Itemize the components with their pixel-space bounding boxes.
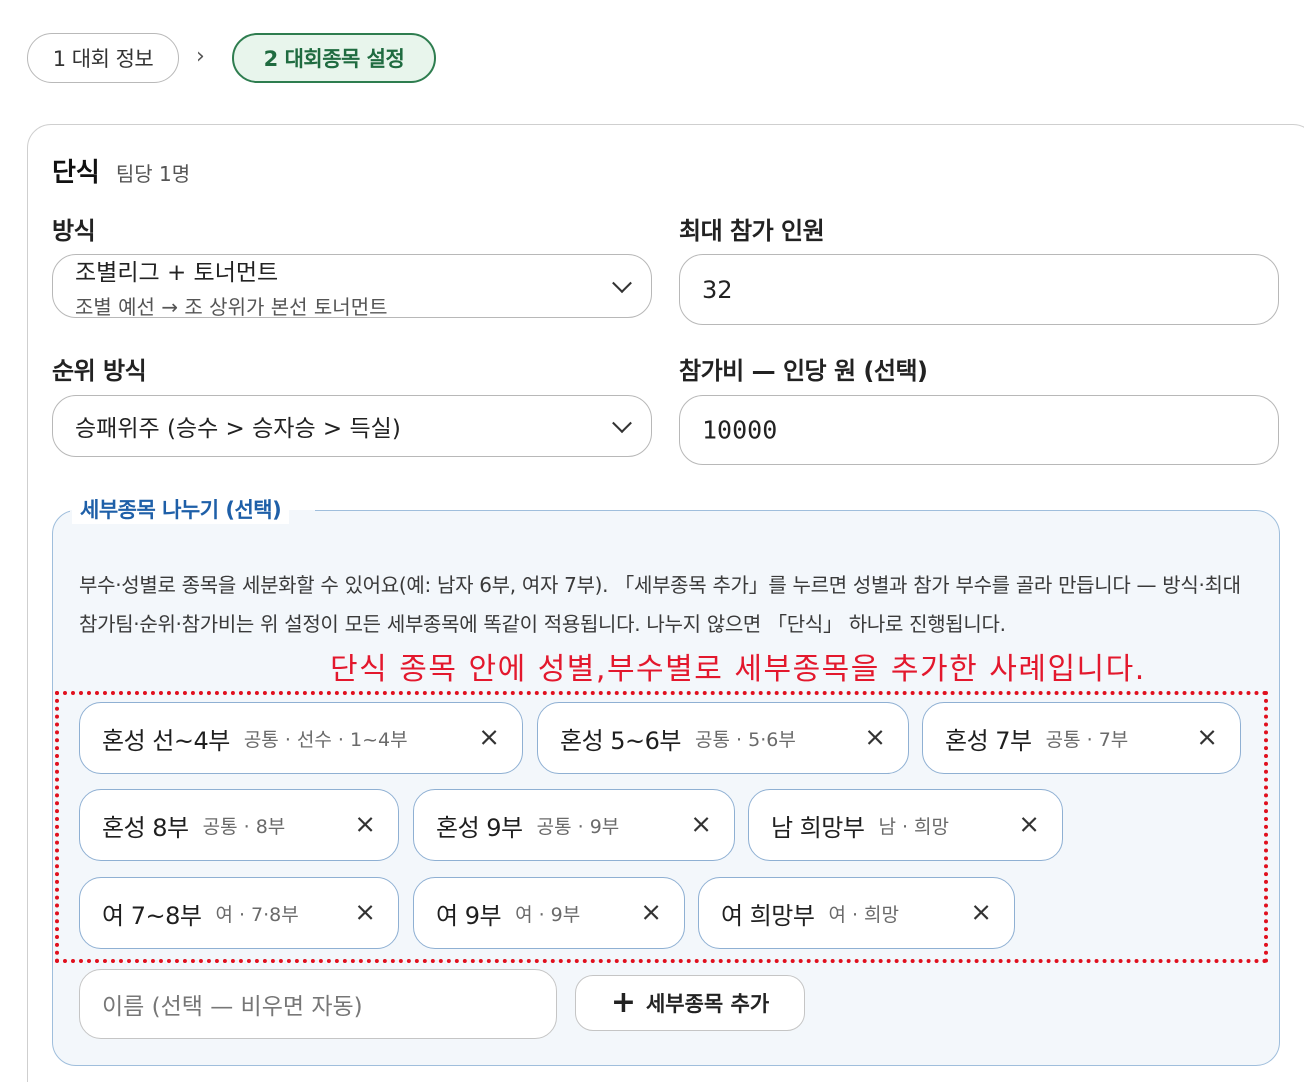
chip-name: 여 7~8부 bbox=[102, 901, 202, 930]
format-label: 방식 bbox=[52, 217, 96, 245]
step-label: 2 대회종목 설정 bbox=[263, 47, 405, 71]
chip-meta: 여 · 희망 bbox=[828, 903, 900, 926]
close-icon[interactable]: × bbox=[1196, 722, 1218, 752]
chip-name: 혼성 선~4부 bbox=[102, 726, 230, 755]
step-tournament-info[interactable]: 1 대회 정보 bbox=[27, 33, 179, 83]
step-label: 1 대회 정보 bbox=[52, 47, 154, 71]
close-icon[interactable]: × bbox=[354, 897, 376, 927]
close-icon[interactable]: × bbox=[690, 809, 712, 839]
chevron-down-icon bbox=[612, 413, 632, 434]
add-subdivision-label: 세부종목 추가 bbox=[645, 992, 770, 1016]
chip-name: 혼성 7부 bbox=[945, 726, 1032, 755]
chip-name: 혼성 8부 bbox=[102, 813, 189, 842]
rank-method-label: 순위 방식 bbox=[52, 357, 147, 385]
format-select[interactable]: 조별리그 + 토너먼트 조별 예선 → 조 상위가 본선 토너먼트 bbox=[52, 254, 652, 319]
subdivision-chip: 여 9부 여 · 9부 × bbox=[413, 877, 685, 949]
close-icon[interactable]: × bbox=[354, 809, 376, 839]
chip-name: 여 희망부 bbox=[721, 901, 815, 930]
chip-meta: 남 · 희망 bbox=[878, 815, 950, 838]
subdivision-chip: 혼성 8부 공통 · 8부 × bbox=[79, 789, 399, 861]
subdivision-chip: 여 희망부 여 · 희망 × bbox=[698, 877, 1015, 949]
chip-meta: 공통 · 5·6부 bbox=[695, 728, 796, 751]
close-icon[interactable]: × bbox=[640, 897, 662, 927]
chip-meta: 여 · 9부 bbox=[515, 903, 581, 926]
subdivision-chip: 혼성 5~6부 공통 · 5·6부 × bbox=[537, 702, 909, 774]
event-title: 단식 bbox=[52, 158, 100, 188]
max-participants-label: 최대 참가 인원 bbox=[679, 217, 825, 245]
subdivision-chip: 혼성 선~4부 공통 · 선수 · 1~4부 × bbox=[79, 702, 523, 774]
chevron-right-icon: › bbox=[196, 44, 205, 69]
close-icon[interactable]: × bbox=[970, 897, 992, 927]
close-icon[interactable]: × bbox=[1018, 809, 1040, 839]
entry-fee-input[interactable]: 10000 bbox=[679, 395, 1279, 465]
rank-method-select[interactable]: 승패위주 (승수 > 승자승 > 득실) bbox=[52, 395, 652, 457]
event-header: 단식 팀당 1명 bbox=[52, 152, 190, 189]
add-subdivision-button[interactable]: + 세부종목 추가 bbox=[575, 975, 805, 1031]
chevron-down-icon bbox=[612, 273, 632, 294]
rank-method-value: 승패위주 (승수 > 승자승 > 득실) bbox=[75, 416, 401, 442]
format-value: 조별리그 + 토너먼트 bbox=[75, 260, 279, 286]
subdivision-chip: 여 7~8부 여 · 7·8부 × bbox=[79, 877, 399, 949]
entry-fee-value: 10000 bbox=[702, 415, 778, 445]
plus-icon: + bbox=[610, 985, 636, 1020]
chip-meta: 공통 · 9부 bbox=[536, 815, 620, 838]
subdivision-chip: 혼성 9부 공통 · 9부 × bbox=[413, 789, 735, 861]
chip-name: 혼성 5~6부 bbox=[560, 726, 682, 755]
subdivision-legend: 세부종목 나누기 (선택) bbox=[72, 494, 290, 524]
event-subtitle: 팀당 1명 bbox=[115, 162, 191, 186]
format-description: 조별 예선 → 조 상위가 본선 토너먼트 bbox=[75, 295, 388, 319]
subdivision-name-input[interactable]: 이름 (선택 — 비우면 자동) bbox=[79, 969, 557, 1039]
name-placeholder: 이름 (선택 — 비우면 자동) bbox=[102, 994, 363, 1020]
subdivision-chip: 남 희망부 남 · 희망 × bbox=[748, 789, 1063, 861]
chip-meta: 공통 · 7부 bbox=[1045, 728, 1129, 751]
chip-name: 남 희망부 bbox=[771, 813, 865, 842]
subdivision-description: 부수·성별로 종목을 세분화할 수 있어요(예: 남자 6부, 여자 7부). … bbox=[79, 573, 1241, 636]
step-event-settings[interactable]: 2 대회종목 설정 bbox=[232, 33, 436, 83]
annotation-note: 단식 종목 안에 성별,부수별로 세부종목을 추가한 사례입니다. bbox=[330, 652, 1146, 687]
chip-meta: 공통 · 8부 bbox=[202, 815, 286, 838]
max-participants-value: 32 bbox=[702, 275, 733, 304]
chip-meta: 여 · 7·8부 bbox=[215, 903, 299, 926]
subdivision-chip: 혼성 7부 공통 · 7부 × bbox=[922, 702, 1241, 774]
entry-fee-label: 참가비 — 인당 원 (선택) bbox=[679, 357, 928, 385]
close-icon[interactable]: × bbox=[864, 722, 886, 752]
max-participants-input[interactable]: 32 bbox=[679, 254, 1279, 325]
chip-name: 혼성 9부 bbox=[436, 813, 523, 842]
close-icon[interactable]: × bbox=[478, 722, 500, 752]
chip-meta: 공통 · 선수 · 1~4부 bbox=[243, 728, 408, 751]
chip-name: 여 9부 bbox=[436, 901, 502, 930]
